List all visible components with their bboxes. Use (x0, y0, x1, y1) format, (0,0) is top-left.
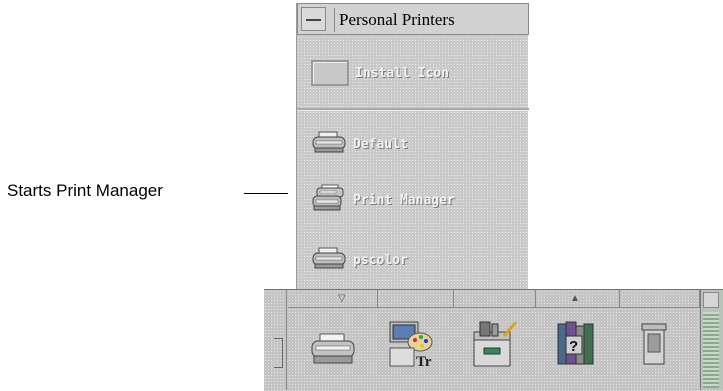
svg-text:Tr: Tr (416, 354, 432, 370)
chevron-down-icon: ▽ (338, 293, 346, 304)
front-panel-grip[interactable] (703, 312, 719, 388)
style-manager-icon[interactable]: Tr (386, 320, 436, 375)
printer-icon (311, 130, 347, 159)
printer-item-pscolor[interactable]: pscolor (311, 246, 408, 274)
install-icon-label: Install Icon (355, 65, 449, 81)
subpanel-arrow-tab-open[interactable]: ▽ (288, 290, 378, 308)
callout-label: Starts Print Manager (7, 181, 163, 200)
svg-text:?: ? (569, 338, 578, 355)
close-subpanel-button[interactable] (301, 7, 326, 31)
subpanel-arrow-tab[interactable] (454, 290, 536, 308)
application-manager-icon[interactable] (470, 318, 522, 375)
subpanel-arrow-tab[interactable] (378, 290, 454, 308)
trash-icon[interactable] (636, 322, 672, 373)
printer-item-label: pscolor (353, 252, 408, 268)
printer-item-label: Print Manager (353, 192, 455, 208)
help-manager-icon[interactable]: ? (552, 320, 600, 373)
front-panel: ▽ ▲ Tr ? (264, 289, 723, 391)
subpanel-header: Personal Printers (297, 3, 529, 35)
install-icon-item[interactable]: Install Icon (311, 59, 449, 87)
printer-item-default[interactable]: Default (311, 130, 408, 158)
chevron-up-icon: ▲ (570, 293, 580, 304)
install-icon-drop-zone[interactable] (311, 60, 349, 86)
personal-printers-subpanel: Personal Printers Install Icon Default P… (296, 3, 529, 291)
subpanel-arrow-tab[interactable] (620, 290, 700, 308)
print-manager-icon (311, 184, 347, 217)
front-panel-notch (274, 338, 283, 368)
subpanel-divider (297, 108, 529, 111)
minimize-front-panel-button[interactable] (703, 292, 719, 308)
subpanel-title: Personal Printers (334, 8, 524, 32)
front-panel-right-handle[interactable] (700, 290, 723, 390)
front-panel-left-handle[interactable] (264, 290, 287, 390)
callout-line (244, 193, 288, 194)
printer-icon (311, 246, 347, 275)
printer-item-print-manager[interactable]: Print Manager (311, 184, 455, 217)
printer-icon[interactable] (310, 332, 356, 371)
subpanel-arrow-tab-up[interactable]: ▲ (536, 290, 620, 308)
printer-item-label: Default (353, 136, 408, 152)
